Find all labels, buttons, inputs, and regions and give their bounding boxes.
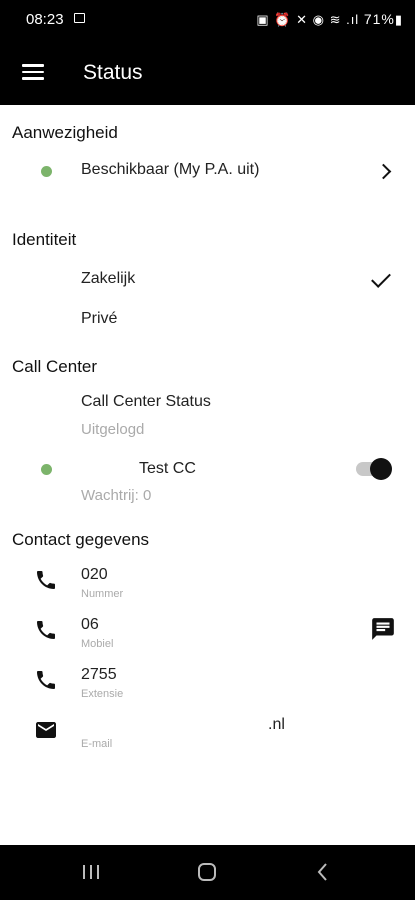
battery-level: 71% [363, 11, 395, 27]
call-center-status-value: Uitgelogd [81, 421, 145, 438]
notification-icons: ▣ ⏰ ✕ ◉ ≋ .ıl [256, 12, 364, 27]
menu-icon[interactable] [22, 64, 44, 80]
call-center-section-title: Call Center [12, 357, 98, 376]
message-icon[interactable] [370, 616, 396, 642]
contact-value: 020 [81, 566, 108, 583]
phone-icon [37, 571, 55, 589]
clock: 08:23 [26, 11, 64, 28]
contact-label: Extensie [81, 688, 124, 700]
queue-name: Test CC [139, 460, 196, 477]
phone-icon [37, 671, 55, 689]
back-icon[interactable] [308, 859, 338, 885]
queue-wait-count: Wachtrij: 0 [81, 487, 152, 504]
contact-label: Nummer [81, 588, 124, 600]
identity-option-private[interactable]: Privé [0, 300, 415, 338]
identity-option-label: Privé [81, 310, 118, 327]
contact-row-mobile[interactable]: 06 Mobiel [0, 616, 415, 662]
gallery-notification-icon [74, 13, 85, 23]
contact-value: 2755 [81, 666, 117, 683]
contact-value: 06 [81, 616, 99, 633]
identity-option-label: Zakelijk [81, 270, 136, 287]
recent-apps-icon[interactable] [76, 859, 106, 885]
contact-section-title: Contact gegevens [12, 530, 150, 549]
page-title: Status [83, 61, 143, 84]
email-icon [36, 722, 56, 738]
contact-label: E-mail [81, 738, 113, 750]
phone-icon [37, 621, 55, 639]
toggle-knob [370, 458, 392, 480]
chevron-right-icon [375, 163, 392, 180]
contact-row-extension[interactable]: 2755 Extensie [0, 666, 415, 712]
identity-option-business[interactable]: Zakelijk [0, 260, 415, 298]
presence-row[interactable]: Beschikbaar (My P.A. uit) [0, 150, 415, 190]
contact-label: Mobiel [81, 638, 114, 650]
system-status-bar: 08:23 ▣ ⏰ ✕ ◉ ≋ .ıl 71%▮ [0, 0, 415, 40]
app-bar: Status [0, 40, 415, 105]
battery-icon: ▮ [394, 12, 403, 27]
system-navigation-bar [0, 845, 415, 900]
presence-section-title: Aanwezigheid [12, 123, 118, 142]
system-icons: ▣ ⏰ ✕ ◉ ≋ .ıl 71%▮ [256, 11, 403, 28]
identity-section-title: Identiteit [12, 230, 77, 249]
call-center-status-title: Call Center Status [81, 393, 211, 410]
contact-row-number[interactable]: 020 Nummer [0, 566, 415, 612]
contact-row-email[interactable]: .nl E-mail [0, 716, 415, 762]
queue-toggle[interactable] [356, 458, 392, 480]
presence-status-label: Beschikbaar (My P.A. uit) [81, 161, 260, 178]
presence-status-dot [41, 166, 52, 177]
contact-value: .nl [268, 716, 285, 733]
queue-status-dot [41, 464, 52, 475]
home-icon[interactable] [192, 859, 222, 885]
